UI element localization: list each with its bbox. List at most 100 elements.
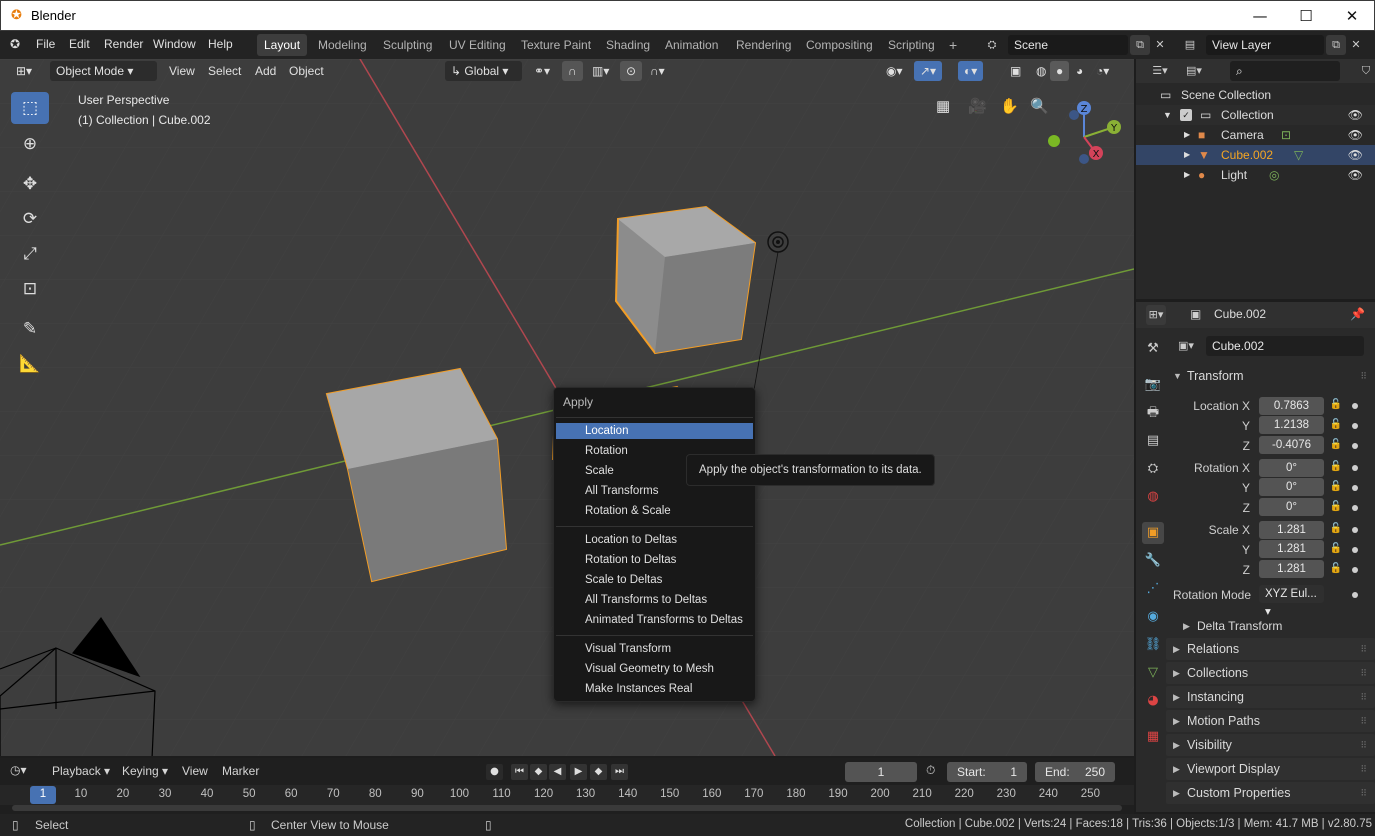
object-data-type-icon[interactable]: ▣▾ xyxy=(1176,336,1196,356)
prev-keyframe-icon[interactable]: ◆ xyxy=(530,764,547,780)
cursor-tool-icon[interactable]: ⊕ xyxy=(11,128,49,160)
rotation-z-field[interactable]: 0° xyxy=(1259,498,1324,516)
collections-panel-header[interactable]: ▶ Collections ⠿ xyxy=(1166,662,1375,684)
view-layer-icon[interactable]: ▤ xyxy=(1180,35,1200,55)
visibility-eye-icon[interactable]: 👁 xyxy=(1348,125,1363,145)
tab-shading[interactable]: Shading xyxy=(599,34,657,56)
tab-uv-editing[interactable]: UV Editing xyxy=(442,34,513,56)
rotation-y-field[interactable]: 0° xyxy=(1259,478,1324,496)
maximize-button[interactable]: ☐ xyxy=(1283,1,1329,31)
delete-view-layer-icon[interactable]: ✕ xyxy=(1346,35,1366,55)
jump-end-icon[interactable]: ⏭ xyxy=(611,764,628,780)
scene-icon[interactable]: ⛭ xyxy=(982,35,1002,55)
solid-shading-icon[interactable]: ● xyxy=(1050,61,1070,81)
transform-panel-header[interactable]: ▼ Transform ⠿ xyxy=(1166,365,1375,387)
lock-icon[interactable]: 🔓 xyxy=(1329,481,1343,495)
record-icon[interactable]: ● xyxy=(486,764,503,780)
menu-window[interactable]: Window xyxy=(153,37,196,51)
current-frame-field[interactable]: 1 xyxy=(845,762,917,782)
keyframe-dot-icon[interactable] xyxy=(1352,547,1358,553)
menu-item-visual-geometry-to-mesh[interactable]: Visual Geometry to Mesh xyxy=(556,661,753,677)
gizmo-toggle-icon[interactable]: ↗▾ xyxy=(914,61,943,81)
viewport-menu-select[interactable]: Select xyxy=(202,61,247,81)
view-layer-field[interactable]: View Layer xyxy=(1206,35,1324,55)
timeline-scrollbar[interactable] xyxy=(12,805,1122,811)
menu-item-all-transforms-to-deltas[interactable]: All Transforms to Deltas xyxy=(556,592,753,608)
lock-icon[interactable]: 🔓 xyxy=(1329,399,1343,413)
menu-item-rotation-scale[interactable]: Rotation & Scale xyxy=(556,503,753,519)
annotate-tool-icon[interactable]: ✎ xyxy=(11,313,49,345)
object-name-field[interactable]: Cube.002 xyxy=(1206,336,1364,356)
tab-rendering[interactable]: Rendering xyxy=(729,34,798,56)
drag-grip-icon[interactable]: ⠿ xyxy=(1360,686,1367,708)
menu-item-animated-transforms-to-deltas[interactable]: Animated Transforms to Deltas xyxy=(556,612,753,628)
new-scene-icon[interactable]: ⧉ xyxy=(1130,35,1150,55)
overlay-toggle-icon[interactable]: ◐▾ xyxy=(958,61,984,81)
scale-y-field[interactable]: 1.281 xyxy=(1259,540,1324,558)
data-tab-icon[interactable]: ▽ xyxy=(1142,662,1164,684)
blender-menu-icon[interactable]: ✪ xyxy=(10,37,20,51)
location-x-field[interactable]: 0.7863 xyxy=(1259,397,1324,415)
constraints-tab-icon[interactable]: ⛓ xyxy=(1142,634,1164,656)
mesh-data-icon[interactable]: ▽ xyxy=(1294,145,1303,165)
end-frame-field[interactable]: End: 250 xyxy=(1035,762,1115,782)
material-tab-icon[interactable]: ◕ xyxy=(1142,690,1164,712)
tab-animation[interactable]: Animation xyxy=(658,34,725,56)
scale-x-field[interactable]: 1.281 xyxy=(1259,521,1324,539)
add-workspace-icon[interactable]: + xyxy=(942,34,964,56)
zoom-view-icon[interactable]: 🔍 xyxy=(1024,97,1055,117)
motion-paths-panel-header[interactable]: ▶ Motion Paths ⠿ xyxy=(1166,710,1375,732)
drag-grip-icon[interactable]: ⠿ xyxy=(1360,638,1367,660)
snap-icon[interactable]: ∩ xyxy=(562,61,583,81)
pan-view-icon[interactable]: ✋ xyxy=(994,97,1025,117)
tab-compositing[interactable]: Compositing xyxy=(799,34,880,56)
outliner-collection[interactable]: ▼ ✓ ▭ Collection 👁 xyxy=(1136,105,1375,125)
pivot-icon[interactable]: ⚭▾ xyxy=(528,61,556,81)
display-mode-icon[interactable]: ▤▾ xyxy=(1184,61,1204,81)
keyframe-dot-icon[interactable] xyxy=(1352,567,1358,573)
outliner-item-camera[interactable]: ▶ ■ Camera ⊡ 👁 xyxy=(1136,125,1375,145)
object-mode-dropdown[interactable]: Object Mode ▾ xyxy=(50,61,157,81)
keyframe-dot-icon[interactable] xyxy=(1352,423,1358,429)
visibility-eye-icon[interactable]: 👁 xyxy=(1348,165,1363,185)
snap-mode-icon[interactable]: ▥▾ xyxy=(586,61,615,81)
menu-edit[interactable]: Edit xyxy=(69,37,90,51)
relations-panel-header[interactable]: ▶ Relations ⠿ xyxy=(1166,638,1375,660)
timeline-menu-marker[interactable]: Marker xyxy=(222,764,259,778)
viewport-display-panel-header[interactable]: ▶ Viewport Display ⠿ xyxy=(1166,758,1375,780)
location-z-field[interactable]: -0.4076 xyxy=(1259,436,1324,454)
rotate-tool-icon[interactable]: ⟳ xyxy=(11,203,49,235)
lock-icon[interactable]: 🔓 xyxy=(1329,543,1343,557)
outliner-search-input[interactable]: ⌕ xyxy=(1230,61,1340,81)
editor-type-icon[interactable]: ⊞▾ xyxy=(10,61,38,81)
next-keyframe-icon[interactable]: ◆ xyxy=(590,764,607,780)
timeline-menu-view[interactable]: View xyxy=(182,764,208,778)
measure-tool-icon[interactable]: 📐 xyxy=(11,348,49,380)
play-reverse-icon[interactable]: ◀ xyxy=(549,764,566,780)
outliner-scene-collection[interactable]: ▭ Scene Collection xyxy=(1136,85,1375,105)
lock-icon[interactable]: 🔓 xyxy=(1329,419,1343,433)
expand-arrow-icon[interactable]: ▼ xyxy=(1163,105,1172,125)
keyframe-dot-icon[interactable] xyxy=(1352,485,1358,491)
menu-file[interactable]: File xyxy=(36,37,55,51)
lock-icon[interactable]: 🔓 xyxy=(1329,439,1343,453)
timeline-menu-playback[interactable]: Playback ▾ xyxy=(52,764,110,778)
move-tool-icon[interactable]: ✥ xyxy=(11,168,49,200)
scene-name-field[interactable]: Scene xyxy=(1008,35,1128,55)
menu-item-make-instances-real[interactable]: Make Instances Real xyxy=(556,681,753,697)
menu-render[interactable]: Render xyxy=(104,37,143,51)
proportional-edit-icon[interactable]: ⊙ xyxy=(620,61,643,81)
keyframe-dot-icon[interactable] xyxy=(1352,403,1358,409)
drag-grip-icon[interactable]: ⠿ xyxy=(1360,782,1367,804)
visibility-eye-icon[interactable]: 👁 xyxy=(1348,145,1363,165)
render-tab-icon[interactable]: 📷 xyxy=(1142,374,1164,396)
visibility-eye-icon[interactable]: 👁 xyxy=(1348,105,1363,125)
minimize-button[interactable]: — xyxy=(1237,1,1283,31)
drag-grip-icon[interactable]: ⠿ xyxy=(1360,758,1367,780)
camera-data-icon[interactable]: ⊡ xyxy=(1281,125,1291,145)
transform-orientation-dropdown[interactable]: ↳ Global ▾ xyxy=(445,61,522,81)
play-icon[interactable]: ▶ xyxy=(570,764,587,780)
rotation-x-field[interactable]: 0° xyxy=(1259,459,1324,477)
rendered-shading-icon[interactable]: ◔▾ xyxy=(1090,61,1115,81)
viewport-menu-object[interactable]: Object xyxy=(283,61,330,81)
